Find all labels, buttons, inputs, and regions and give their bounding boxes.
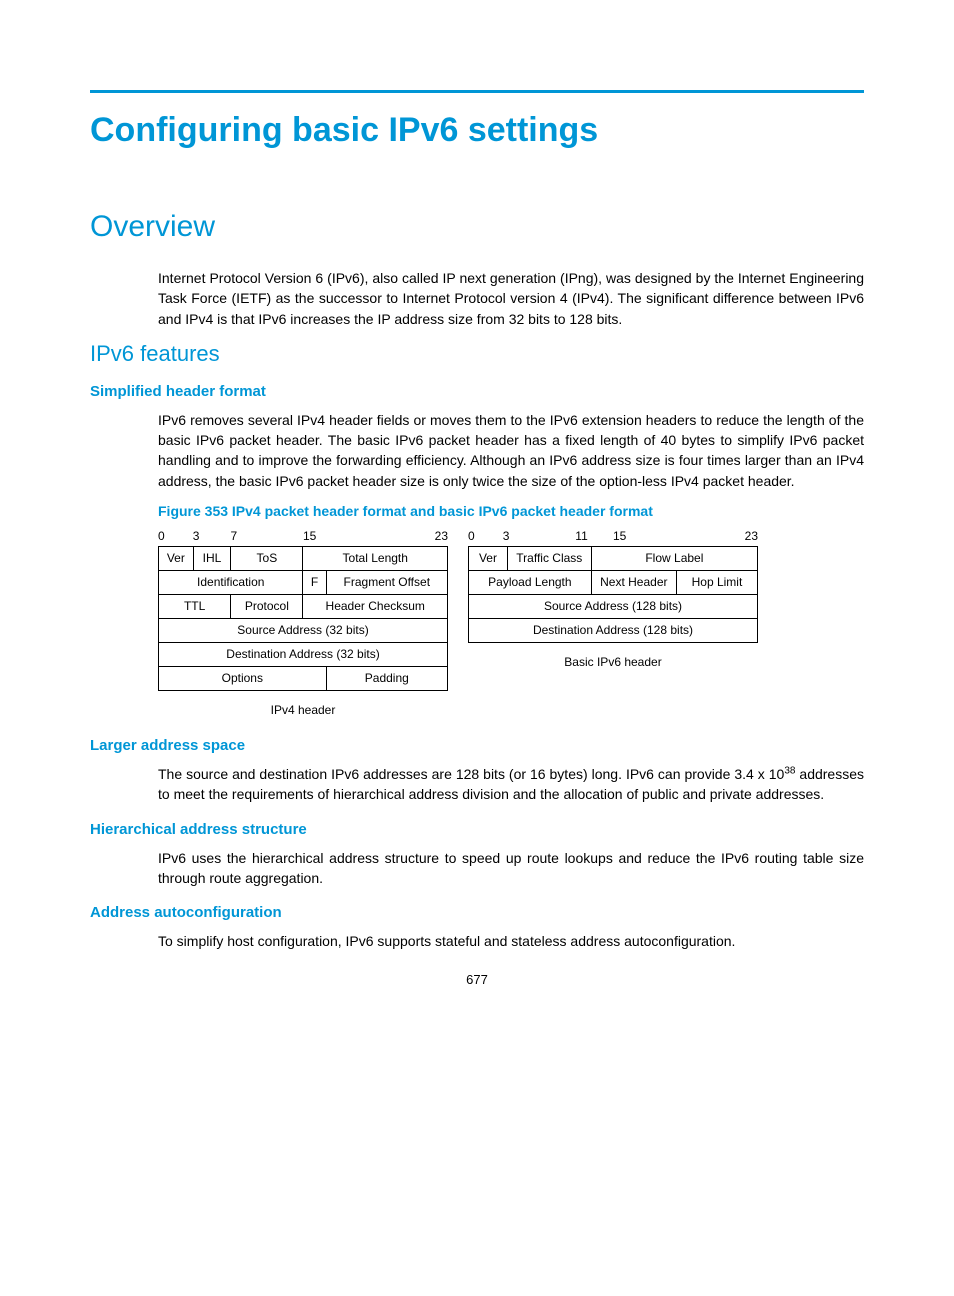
field-ver: Ver: [159, 547, 194, 571]
field-payload-length: Payload Length: [469, 571, 592, 595]
tick: 11: [575, 529, 613, 543]
larger-address-space-body: The source and destination IPv6 addresse…: [90, 764, 864, 805]
tick: 0: [468, 529, 503, 543]
field-fragment-offset: Fragment Offset: [326, 571, 447, 595]
field-flags: F: [303, 571, 326, 595]
field-src-addr: Source Address (32 bits): [159, 619, 448, 643]
hierarchical-address-body: IPv6 uses the hierarchical address struc…: [90, 848, 864, 889]
heading-address-autoconfig: Address autoconfiguration: [90, 904, 864, 921]
field-padding: Padding: [326, 667, 447, 691]
field-next-header: Next Header: [591, 571, 676, 595]
field-ttl: TTL: [159, 595, 231, 619]
field-checksum: Header Checksum: [303, 595, 448, 619]
ipv6-header-diagram: 0 3 11 15 23 Ver Traffic Class Flow Labe…: [468, 529, 758, 717]
tick: 23: [375, 529, 448, 543]
tick: 0: [158, 529, 193, 543]
field-total-length: Total Length: [303, 547, 448, 571]
field-traffic-class: Traffic Class: [507, 547, 591, 571]
tick: 3: [503, 529, 576, 543]
page-number: 677: [90, 972, 864, 987]
field-options: Options: [159, 667, 327, 691]
heading-simplified-header: Simplified header format: [90, 383, 864, 400]
top-rule: [90, 90, 864, 93]
field-ver: Ver: [469, 547, 508, 571]
figure-353: 0 3 7 15 23 Ver IHL ToS Total Length Ide…: [90, 529, 864, 717]
page-title: Configuring basic IPv6 settings: [90, 111, 864, 150]
ipv6-label: Basic IPv6 header: [468, 655, 758, 669]
tick: 15: [613, 529, 686, 543]
ipv4-header-diagram: 0 3 7 15 23 Ver IHL ToS Total Length Ide…: [158, 529, 448, 717]
field-src-addr: Source Address (128 bits): [469, 595, 758, 619]
tick: 7: [230, 529, 303, 543]
field-ihl: IHL: [193, 547, 231, 571]
simplified-header-body: IPv6 removes several IPv4 header fields …: [90, 410, 864, 491]
field-dst-addr: Destination Address (128 bits): [469, 619, 758, 643]
field-dst-addr: Destination Address (32 bits): [159, 643, 448, 667]
figure-caption: Figure 353 IPv4 packet header format and…: [90, 503, 864, 519]
overview-body: Internet Protocol Version 6 (IPv6), also…: [90, 268, 864, 329]
tick: 15: [303, 529, 376, 543]
field-protocol: Protocol: [231, 595, 303, 619]
address-autoconfig-body: To simplify host configuration, IPv6 sup…: [90, 931, 864, 951]
heading-hierarchical-address: Hierarchical address structure: [90, 821, 864, 838]
tick: 23: [685, 529, 758, 543]
field-tos: ToS: [231, 547, 303, 571]
section-overview: Overview: [90, 210, 864, 244]
ipv4-label: IPv4 header: [158, 703, 448, 717]
field-hop-limit: Hop Limit: [676, 571, 757, 595]
field-flow-label: Flow Label: [591, 547, 757, 571]
heading-larger-address-space: Larger address space: [90, 737, 864, 754]
tick: 3: [193, 529, 231, 543]
field-identification: Identification: [159, 571, 303, 595]
section-ipv6-features: IPv6 features: [90, 341, 864, 367]
